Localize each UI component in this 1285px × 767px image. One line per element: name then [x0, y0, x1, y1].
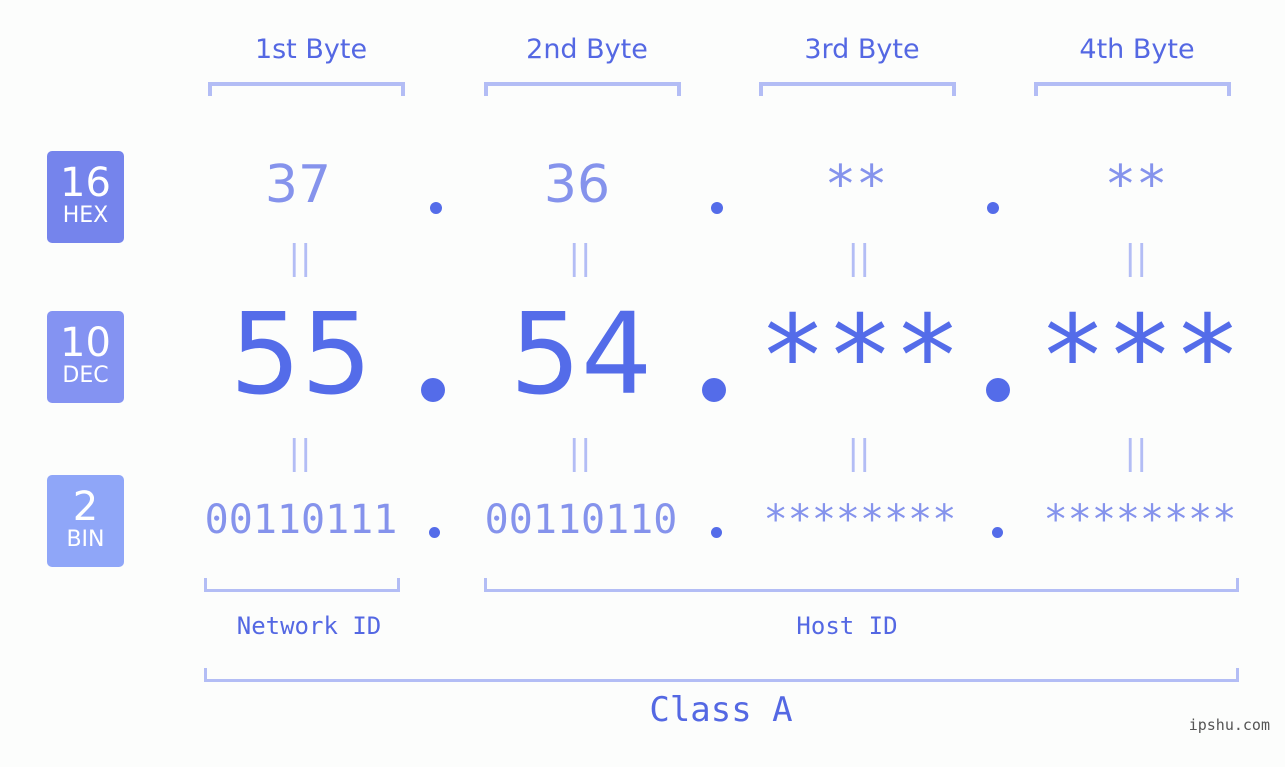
- hex-badge-label: HEX: [62, 203, 109, 228]
- equals-icon: ||: [288, 238, 312, 278]
- byte-bracket-1: [208, 82, 405, 96]
- hex-value-4: **: [1104, 155, 1168, 215]
- bin-value-1: 00110111: [204, 497, 398, 543]
- byte-bracket-2: [484, 82, 681, 96]
- byte-header-2: 2nd Byte: [526, 34, 648, 65]
- bin-value-2: 00110110: [484, 497, 678, 543]
- byte-header-3: 3rd Byte: [804, 34, 920, 65]
- dec-value-3: ***: [758, 292, 962, 422]
- byte-header-1: 1st Byte: [254, 34, 368, 65]
- dec-badge: 10 DEC: [47, 311, 124, 403]
- bin-badge: 2 BIN: [47, 475, 124, 567]
- class-label: Class A: [649, 690, 793, 730]
- watermark: ipshu.com: [1188, 716, 1270, 734]
- dec-badge-number: 10: [60, 320, 111, 366]
- hex-separator-dot: [430, 202, 442, 214]
- host-id-label: Host ID: [796, 612, 898, 640]
- dec-separator-dot: [986, 378, 1010, 402]
- bin-badge-number: 2: [72, 484, 99, 530]
- hex-value-2: 36: [543, 155, 611, 215]
- dec-value-2: 54: [509, 290, 653, 420]
- bin-value-3: ********: [763, 497, 957, 543]
- hex-value-3: **: [824, 155, 888, 215]
- equals-icon: ||: [847, 238, 871, 278]
- dec-value-4: ***: [1038, 292, 1242, 422]
- equals-icon: ||: [1124, 238, 1148, 278]
- bin-badge-label: BIN: [66, 527, 105, 552]
- hex-badge: 16 HEX: [47, 151, 124, 243]
- bin-separator-dot: [429, 527, 440, 538]
- dec-separator-dot: [702, 378, 726, 402]
- equals-icon: ||: [568, 238, 592, 278]
- network-id-bracket: [204, 578, 400, 592]
- byte-bracket-3: [759, 82, 956, 96]
- class-bracket: [204, 668, 1239, 682]
- dec-value-1: 55: [229, 290, 373, 420]
- hex-value-1: 37: [264, 155, 332, 215]
- bin-value-4: ********: [1043, 497, 1237, 543]
- byte-bracket-4: [1034, 82, 1231, 96]
- equals-icon: ||: [1124, 433, 1148, 473]
- byte-header-4: 4th Byte: [1079, 34, 1195, 65]
- bin-separator-dot: [711, 527, 722, 538]
- equals-icon: ||: [288, 433, 312, 473]
- host-id-bracket: [484, 578, 1239, 592]
- equals-icon: ||: [568, 433, 592, 473]
- dec-badge-label: DEC: [62, 363, 109, 388]
- hex-badge-number: 16: [60, 160, 111, 206]
- hex-separator-dot: [711, 202, 723, 214]
- hex-separator-dot: [987, 202, 999, 214]
- network-id-label: Network ID: [236, 612, 382, 640]
- bin-separator-dot: [992, 527, 1003, 538]
- equals-icon: ||: [847, 433, 871, 473]
- dec-separator-dot: [421, 378, 445, 402]
